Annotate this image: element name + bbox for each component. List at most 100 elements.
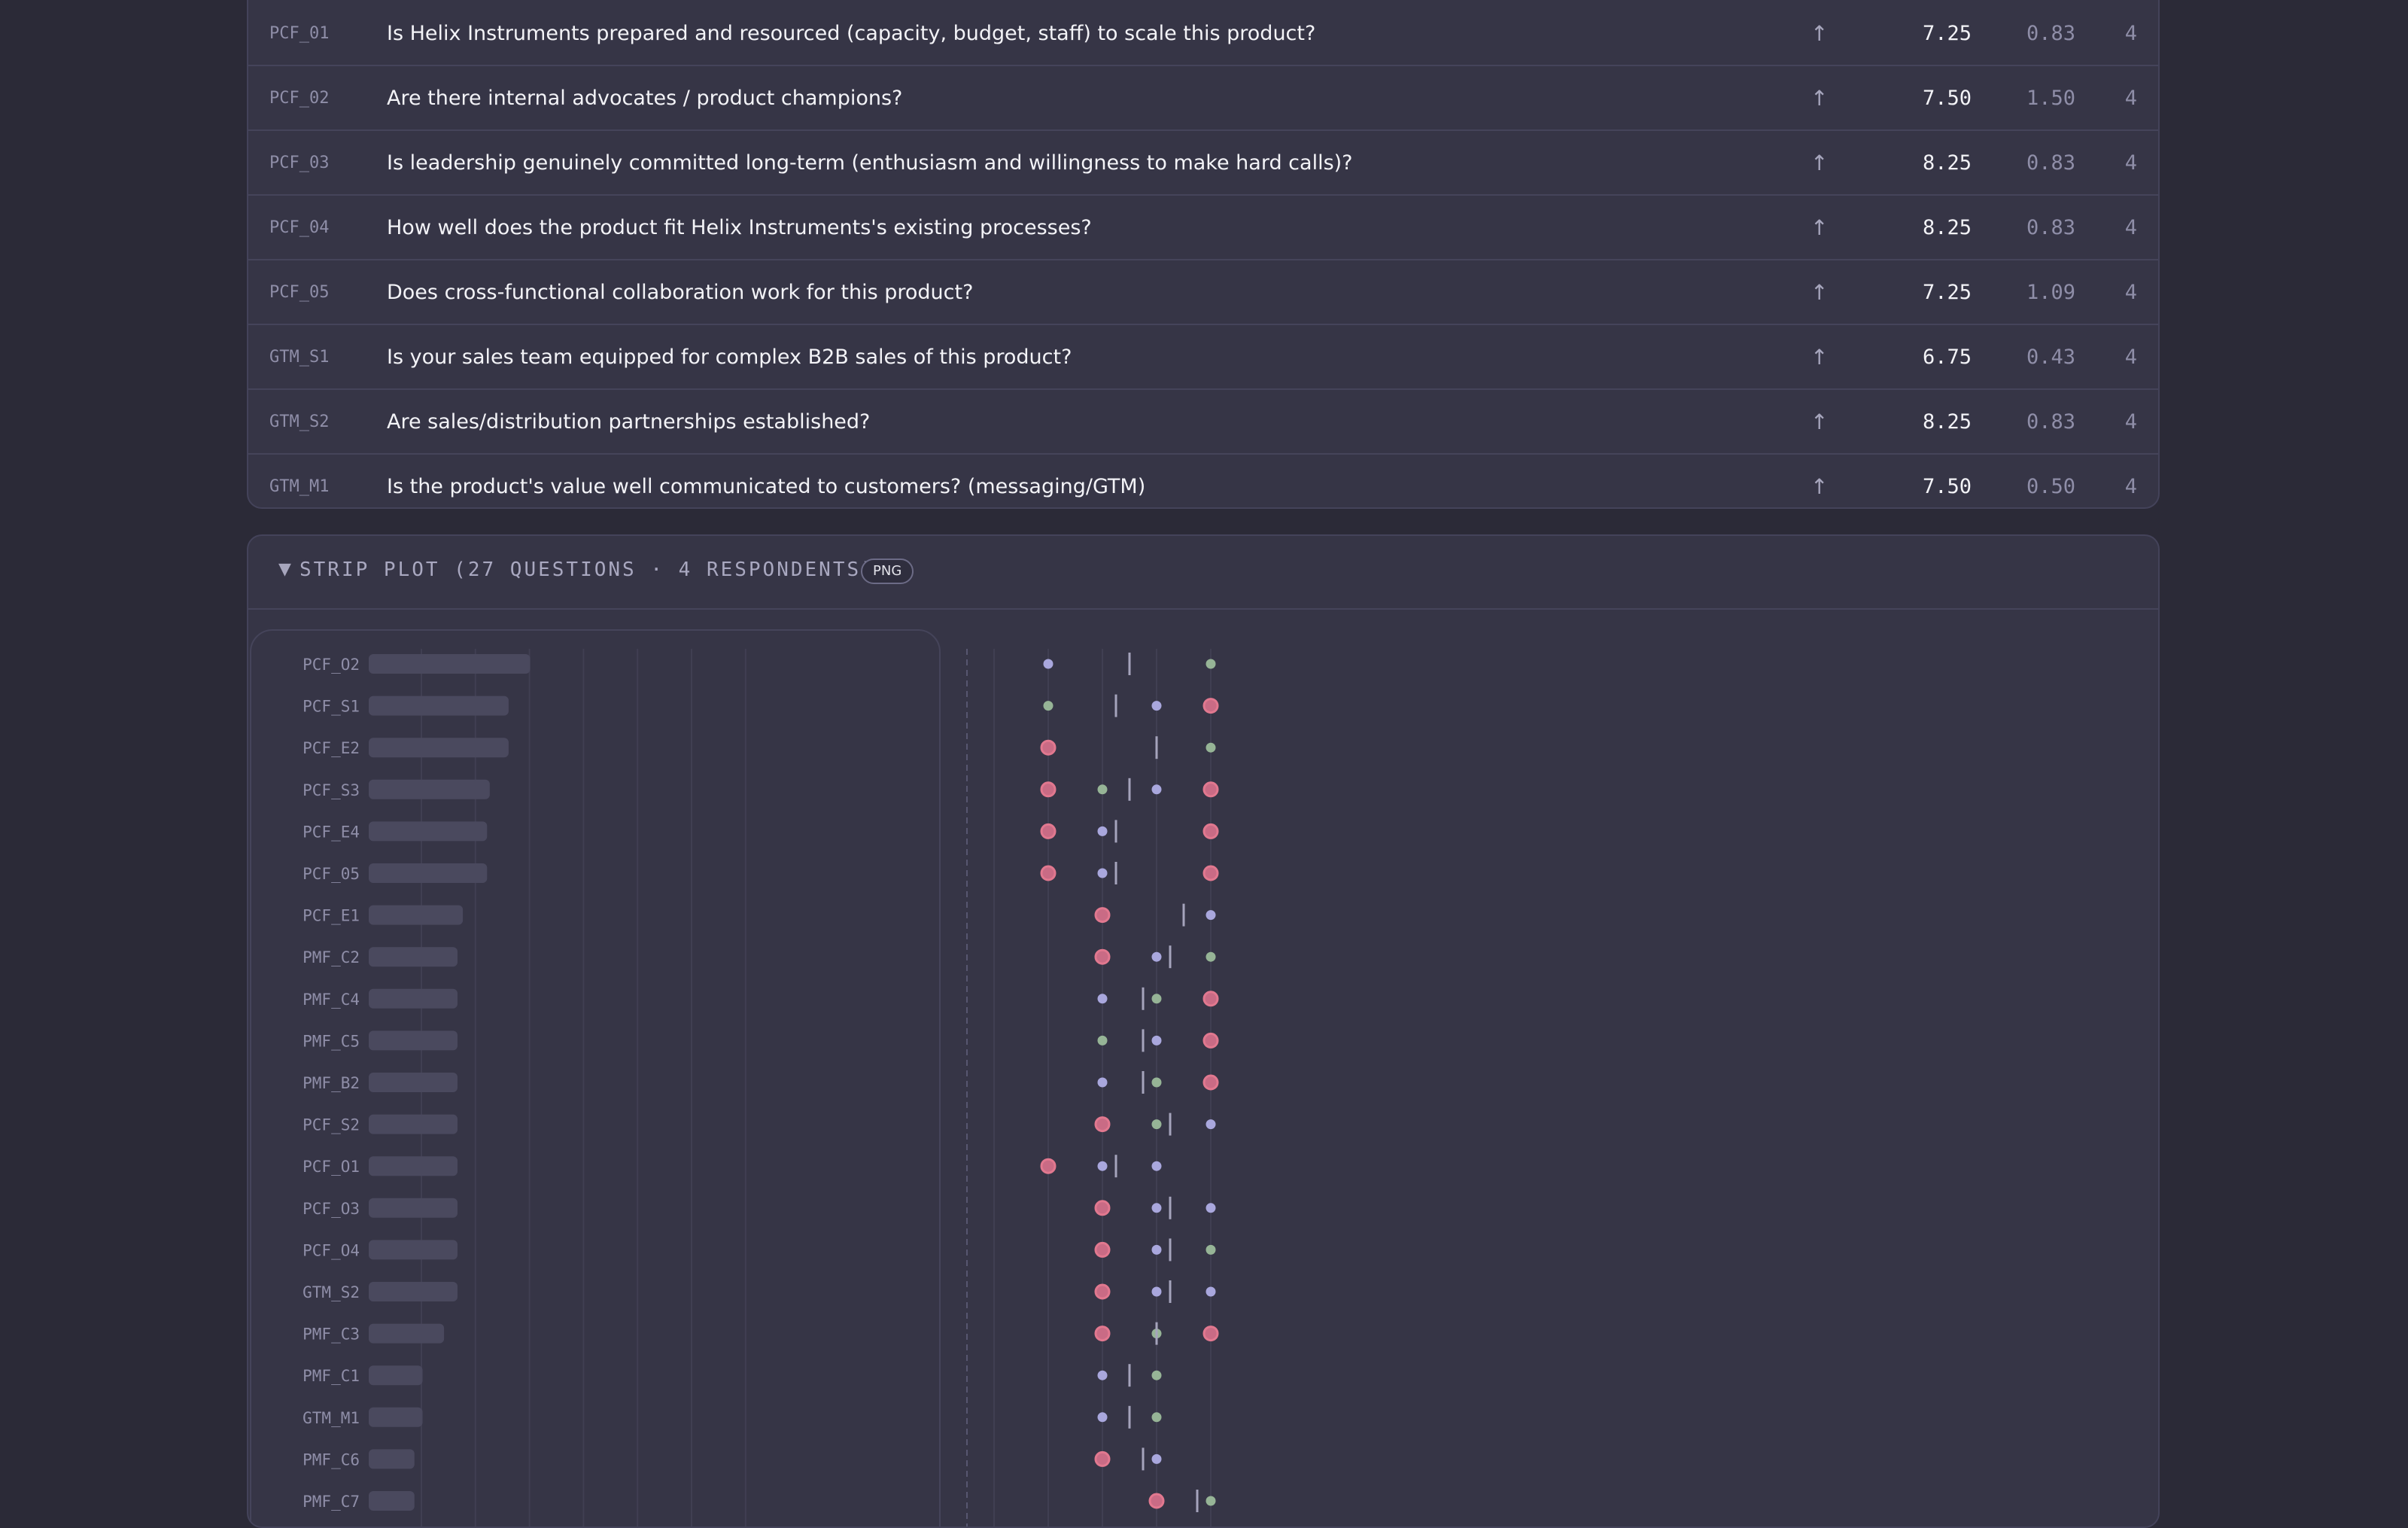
row-label: PCF_S1 [303, 698, 360, 716]
direction-arrow-icon: ↑ [1811, 474, 1829, 499]
sd-value: 1.50 [2026, 87, 2075, 110]
data-point [1206, 1286, 1216, 1297]
data-point [1151, 1453, 1162, 1464]
spread-bar [369, 738, 509, 758]
question-id: PCF_05 [269, 283, 330, 302]
data-point [1202, 781, 1219, 798]
question-id: PCF_02 [269, 89, 330, 108]
data-point [1151, 1161, 1162, 1171]
row-label: PMF_C2 [303, 948, 360, 966]
data-point [1097, 1412, 1108, 1423]
direction-arrow-icon: ↑ [1811, 409, 1829, 434]
row-label: PCF_E1 [303, 907, 360, 925]
data-point [1202, 865, 1219, 881]
table-row[interactable]: PCF_05 Does cross-functional collaboratio… [248, 260, 2158, 325]
sd-value: 0.83 [2026, 216, 2075, 239]
direction-arrow-icon: ↑ [1811, 345, 1829, 370]
spread-bar [369, 905, 464, 925]
table-row[interactable]: PCF_04 How well does the product fit Heli… [248, 196, 2158, 260]
data-point [1094, 1450, 1111, 1467]
sd-value: 0.83 [2026, 151, 2075, 175]
table-row[interactable]: GTM_M1 Is the product's value well commun… [248, 455, 2158, 507]
data-point [1097, 1370, 1108, 1380]
sd-value: 0.83 [2026, 22, 2075, 45]
row-label: PCF_05 [303, 865, 360, 883]
mean-value: 7.25 [1922, 281, 1972, 304]
mean-value: 8.25 [1922, 410, 1972, 434]
data-point [1148, 1493, 1165, 1509]
row-label: PCF_O2 [303, 656, 360, 674]
spread-bar [369, 821, 488, 842]
row-label: PMF_C1 [303, 1367, 360, 1385]
data-point [1202, 991, 1219, 1007]
data-point [1094, 1326, 1111, 1342]
question-id: GTM_M1 [269, 477, 330, 496]
question-id: PCF_04 [269, 218, 330, 237]
row-label: GTM_S2 [303, 1283, 360, 1301]
data-point [1151, 1412, 1162, 1423]
data-point [1094, 1241, 1111, 1258]
question-text: Does cross-functional collaboration work… [387, 281, 974, 304]
direction-arrow-icon: ↑ [1811, 21, 1829, 46]
questions-table: PCF_01 Is Helix Instruments prepared and … [247, 0, 2160, 509]
strip-plot-panel: ▼ STRIP PLOT (27 QUESTIONS · 4 RESPONDEN… [247, 534, 2160, 1528]
row-label: GTM_M1 [303, 1409, 360, 1427]
data-point [1043, 659, 1054, 669]
direction-arrow-icon: ↑ [1811, 280, 1829, 305]
row-label: PCF_O1 [303, 1158, 360, 1176]
data-point [1097, 826, 1108, 836]
direction-arrow-icon: ↑ [1811, 215, 1829, 240]
data-point [1043, 701, 1054, 711]
table-row[interactable]: PCF_01 Is Helix Instruments prepared and … [248, 2, 2158, 66]
respondent-count: 4 [2124, 151, 2137, 175]
data-point [1094, 1283, 1111, 1300]
data-point [1151, 1035, 1162, 1046]
data-point [1151, 951, 1162, 962]
row-label: PCF_E4 [303, 823, 360, 841]
row-label: PMF_C7 [303, 1493, 360, 1511]
data-point [1202, 823, 1219, 839]
spread-bar [369, 1491, 415, 1511]
data-point [1202, 1326, 1219, 1342]
respondent-count: 4 [2124, 87, 2137, 110]
data-point [1097, 1077, 1108, 1088]
spread-bar [369, 947, 458, 967]
respondent-count: 4 [2124, 345, 2137, 369]
question-text: Is Helix Instruments prepared and resour… [387, 22, 1316, 45]
question-text: Is your sales team equipped for complex … [387, 345, 1072, 369]
sd-value: 1.09 [2026, 281, 2075, 304]
mean-value: 6.75 [1922, 345, 1972, 369]
spread-bar [369, 1365, 423, 1386]
spread-bar [369, 1323, 445, 1344]
question-text: Is leadership genuinely committed long-t… [387, 151, 1353, 175]
respondent-count: 4 [2124, 475, 2137, 498]
data-point [1040, 739, 1057, 756]
data-point [1040, 1158, 1057, 1174]
mean-value: 7.25 [1922, 22, 1972, 45]
data-point [1206, 1203, 1216, 1213]
spread-bar [369, 1282, 458, 1301]
data-point [1202, 698, 1219, 714]
data-point [1151, 1286, 1162, 1297]
data-point [1151, 994, 1162, 1004]
table-row[interactable]: GTM_S2 Are sales/distribution partnership… [248, 390, 2158, 455]
question-text: Are sales/distribution partnerships esta… [387, 410, 871, 434]
row-label: PCF_S3 [303, 781, 360, 799]
row-label: PCF_E2 [303, 739, 360, 757]
data-point [1151, 1203, 1162, 1213]
data-point [1202, 1074, 1219, 1091]
spread-bar [369, 988, 458, 1009]
data-point [1206, 742, 1216, 753]
question-text: Are there internal advocates / product c… [387, 87, 903, 110]
table-row[interactable]: PCF_03 Is leadership genuinely committed … [248, 131, 2158, 196]
question-id: GTM_S1 [269, 348, 330, 367]
question-id: GTM_S2 [269, 412, 330, 431]
data-point [1040, 781, 1057, 798]
table-row[interactable]: PCF_02 Are there internal advocates / pro… [248, 66, 2158, 131]
data-point [1151, 1244, 1162, 1255]
table-row[interactable]: GTM_S1 Is your sales team equipped for co… [248, 325, 2158, 390]
mean-value: 7.50 [1922, 475, 1972, 498]
row-label: PCF_O4 [303, 1241, 360, 1259]
question-id: PCF_01 [269, 24, 330, 43]
data-point [1206, 910, 1216, 921]
